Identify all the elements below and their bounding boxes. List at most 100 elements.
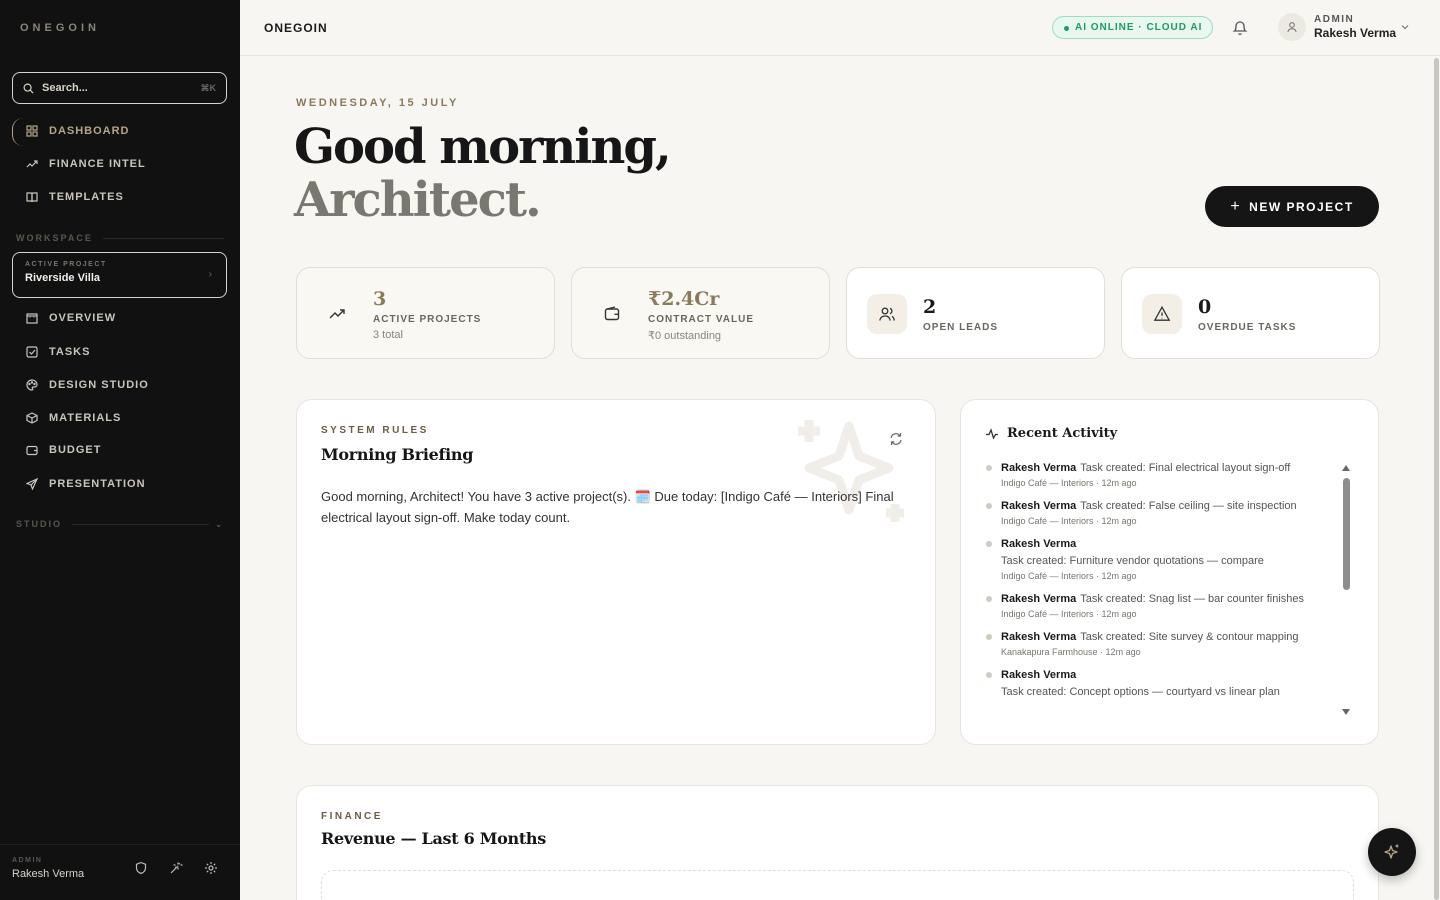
workspace-section-label: WORKSPACE (16, 233, 224, 243)
activity-user: Rakesh Verma (1001, 462, 1077, 474)
search-icon (23, 83, 34, 94)
brand-logo[interactable]: ONEGOIN (20, 22, 100, 34)
nav-label: TASKS (49, 346, 91, 358)
nav-finance-intel[interactable]: FINANCE INTEL (0, 149, 240, 179)
nav-templates[interactable]: TEMPLATES (0, 182, 240, 212)
stat-overdue-tasks[interactable]: 0 OVERDUE TASKS (1121, 267, 1380, 359)
grid-icon (26, 125, 38, 137)
stat-label: OVERDUE TASKS (1198, 322, 1297, 333)
stat-label: ACTIVE PROJECTS (373, 314, 482, 325)
activity-item[interactable]: Rakesh Verma Task created: Final electric… (985, 460, 1325, 488)
topbar: ONEGOIN AI ONLINE · CLOUD AI ADMIN Rakes… (240, 0, 1440, 56)
palette-icon (26, 379, 38, 391)
nav-label: PRESENTATION (49, 478, 146, 490)
active-project-selector[interactable]: ACTIVE PROJECT Riverside Villa › (12, 252, 227, 298)
stat-label: OPEN LEADS (923, 322, 999, 333)
search-box[interactable]: Search... ⌘K (12, 72, 227, 104)
page-scrollbar[interactable] (1434, 58, 1439, 900)
send-icon (26, 478, 38, 490)
activity-item[interactable]: Rakesh Verma Task created: Concept option… (985, 667, 1325, 701)
finance-kicker: FINANCE (321, 811, 383, 822)
activity-title: Recent Activity (1007, 426, 1118, 441)
recent-activity-card: Recent Activity Rakesh Verma Task created… (960, 399, 1379, 745)
activity-user: Rakesh Verma (1001, 500, 1077, 512)
avatar[interactable] (1278, 13, 1306, 41)
briefing-kicker: SYSTEM RULES (321, 425, 429, 436)
revenue-chart-area (321, 870, 1354, 900)
stat-value: 0 (1198, 296, 1212, 318)
chevron-down-icon: ⌄ (215, 519, 224, 529)
stat-label: CONTRACT VALUE (648, 314, 755, 325)
activity-text: Task created: Final electrical layout si… (1080, 462, 1291, 474)
nav-presentation[interactable]: PRESENTATION (0, 469, 240, 499)
user-icon (1287, 22, 1297, 33)
wallet-icon (26, 445, 38, 456)
chevron-down-icon[interactable] (1400, 22, 1410, 32)
activity-header: Recent Activity (985, 426, 1117, 441)
search-shortcut: ⌘K (200, 82, 217, 93)
finance-title: Revenue — Last 6 Months (321, 829, 546, 848)
activity-scroll-thumb[interactable] (1343, 478, 1350, 590)
nav-label: FINANCE INTEL (49, 158, 146, 170)
gear-icon[interactable] (204, 861, 218, 875)
shield-icon[interactable] (134, 861, 148, 875)
briefing-text: Good morning, Architect! You have 3 acti… (321, 489, 894, 525)
activity-list[interactable]: Rakesh Verma Task created: Final electric… (985, 460, 1325, 720)
activity-item[interactable]: Rakesh Verma Task created: False ceiling … (985, 498, 1325, 526)
studio-section-toggle[interactable]: STUDIO ⌄ (16, 519, 224, 529)
nav-label: DASHBOARD (49, 125, 130, 137)
nav-label: DESIGN STUDIO (49, 379, 149, 391)
activity-user: Rakesh Verma (1001, 538, 1077, 550)
user-name[interactable]: Rakesh Verma (1314, 26, 1396, 40)
stat-sub: ₹0 outstanding (648, 330, 722, 342)
building-icon (26, 313, 38, 324)
magic-wand-icon[interactable] (169, 861, 183, 875)
activity-meta: Indigo Café — Interiors · 12m ago (1001, 609, 1137, 619)
wallet-icon (592, 294, 632, 334)
ai-assistant-button[interactable] (1368, 828, 1416, 876)
activity-meta: Indigo Café — Interiors · 12m ago (1001, 478, 1137, 488)
stat-open-leads[interactable]: 2 OPEN LEADS (846, 267, 1105, 359)
stat-value: 2 (923, 296, 937, 318)
stat-contract-value[interactable]: ₹2.4Cr CONTRACT VALUE ₹0 outstanding (571, 267, 830, 359)
nav-overview[interactable]: OVERVIEW (0, 303, 240, 333)
activity-text: Task created: False ceiling — site inspe… (1080, 500, 1297, 512)
nav-label: BUDGET (49, 444, 102, 456)
activity-meta: Indigo Café — Interiors · 12m ago (1001, 516, 1137, 526)
search-input[interactable]: Search... (42, 82, 201, 94)
stat-active-projects[interactable]: 3 ACTIVE PROJECTS 3 total (296, 267, 555, 359)
activity-item[interactable]: Rakesh Verma Task created: Snag list — ba… (985, 591, 1325, 619)
trend-icon (26, 160, 38, 168)
nav-label: OVERVIEW (49, 312, 117, 324)
box-icon (26, 412, 38, 424)
activity-meta: Kanakapura Farmhouse · 12m ago (1001, 647, 1141, 657)
nav-dashboard[interactable]: DASHBOARD (0, 116, 240, 146)
bell-icon[interactable] (1232, 19, 1248, 36)
warning-icon (1142, 294, 1182, 334)
scroll-down-arrow-icon[interactable] (1341, 708, 1351, 716)
nav-design-studio[interactable]: DESIGN STUDIO (0, 370, 240, 400)
sidebar: ONEGOIN Search... ⌘K DASHBOARD FINANCE I… (0, 0, 240, 900)
greeting-line-2: Architect. (294, 172, 542, 228)
new-project-button[interactable]: + NEW PROJECT (1205, 186, 1379, 227)
activity-text: Task created: Site survey & contour mapp… (1080, 631, 1299, 643)
finance-card: FINANCE Revenue — Last 6 Months (296, 785, 1379, 900)
app-title: ONEGOIN (264, 21, 328, 35)
activity-item[interactable]: Rakesh Verma Task created: Furniture vend… (985, 536, 1325, 581)
checkbox-icon (26, 346, 38, 358)
ai-status-badge: AI ONLINE · CLOUD AI (1052, 16, 1214, 39)
activity-text: Task created: Furniture vendor quotation… (1001, 555, 1264, 567)
refresh-icon[interactable] (889, 432, 903, 446)
activity-text: Task created: Concept options — courtyar… (1001, 686, 1280, 698)
nav-tasks[interactable]: TASKS (0, 337, 240, 367)
nav-materials[interactable]: MATERIALS (0, 403, 240, 433)
morning-briefing-card: SYSTEM RULES Morning Briefing Good morni… (296, 399, 936, 745)
nav-label: MATERIALS (49, 412, 122, 424)
nav-budget[interactable]: BUDGET (0, 435, 240, 465)
greeting-line-1: Good morning, (294, 119, 672, 175)
nav-label: TEMPLATES (49, 191, 124, 203)
scroll-up-arrow-icon[interactable] (1341, 464, 1351, 472)
new-project-label: NEW PROJECT (1249, 199, 1354, 214)
activity-item[interactable]: Rakesh Verma Task created: Site survey & … (985, 629, 1325, 657)
plus-icon: + (1230, 197, 1242, 215)
